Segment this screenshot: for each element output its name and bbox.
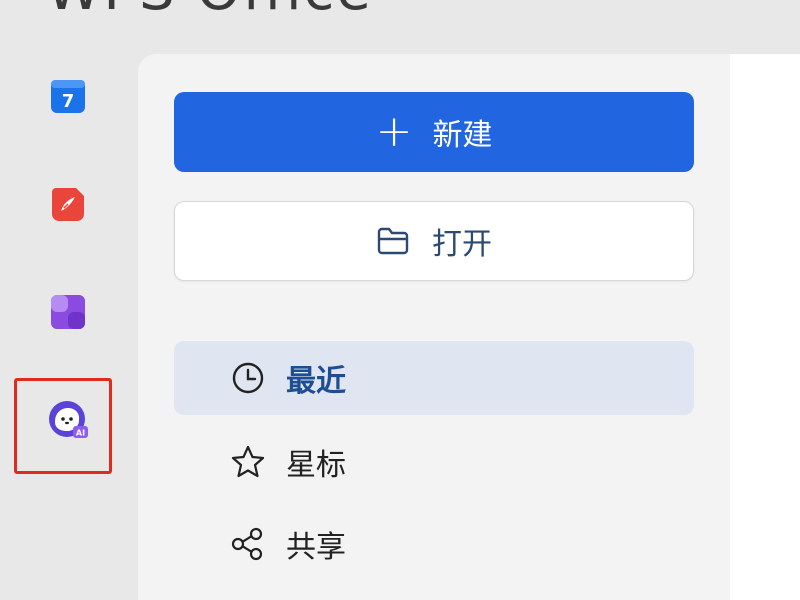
nav-item-shared[interactable]: 共享	[174, 507, 694, 581]
nav-item-recent[interactable]: 最近	[174, 341, 694, 415]
nav-item-starred[interactable]: 星标	[174, 425, 694, 499]
app-window: WPS Office 7	[0, 0, 800, 600]
plus-icon: +	[375, 106, 413, 157]
share-icon	[228, 524, 268, 564]
new-button-label: 新建	[432, 118, 493, 153]
calendar-icon: 7	[51, 80, 85, 113]
nav-item-label: 共享	[286, 530, 346, 565]
ai-highlight-box	[14, 378, 112, 474]
pdf-icon	[52, 188, 84, 221]
nav-item-label: 最近	[286, 364, 346, 399]
open-button-label: 打开	[432, 227, 492, 262]
calendar-app-button[interactable]: 7	[46, 74, 90, 118]
pdf-app-button[interactable]	[46, 182, 90, 226]
svg-text:7: 7	[62, 91, 75, 112]
title-bar: WPS Office	[0, 0, 800, 54]
home-panel: + 新建 打开 最近 星标 共享	[138, 54, 730, 600]
nav-item-label: 星标	[286, 448, 346, 483]
docs-icon	[51, 295, 85, 329]
new-button[interactable]: + 新建	[174, 92, 694, 172]
docs-app-button[interactable]	[46, 290, 90, 334]
folder-icon	[377, 227, 409, 255]
window-title: WPS Office	[46, 0, 373, 23]
app-rail: 7 AI	[0, 54, 138, 600]
star-icon	[228, 442, 268, 482]
content-area	[730, 54, 800, 600]
open-button[interactable]: 打开	[174, 201, 694, 281]
clock-icon	[228, 358, 268, 398]
